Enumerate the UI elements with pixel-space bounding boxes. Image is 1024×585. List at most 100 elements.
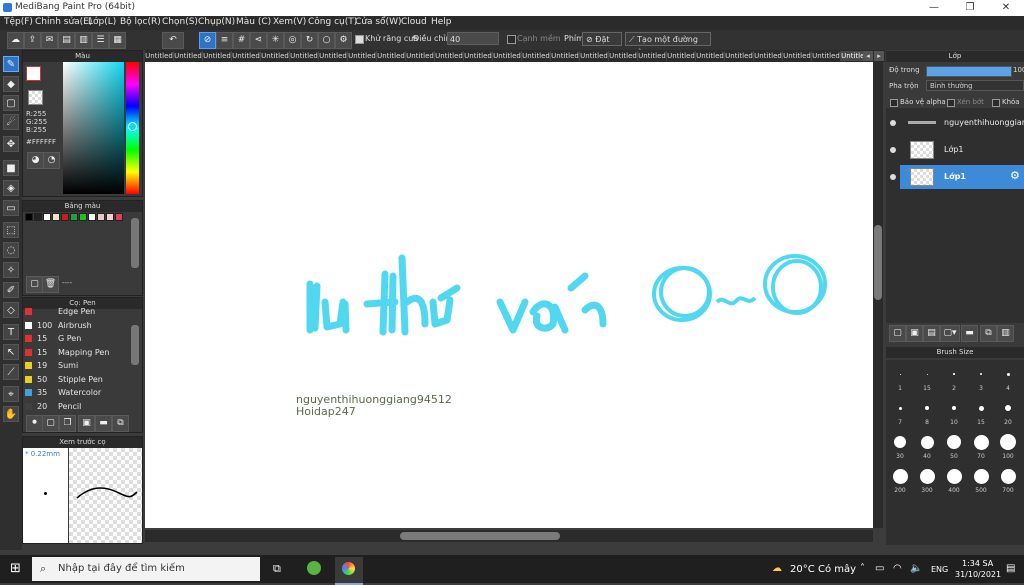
concentric-ruler-icon[interactable]: ◎ bbox=[284, 32, 301, 49]
comment-icon[interactable]: ✉ bbox=[41, 32, 58, 49]
menu-file[interactable]: Tệp(F) bbox=[4, 17, 33, 27]
grid-ruler-icon[interactable]: # bbox=[233, 32, 250, 49]
palette-swatch[interactable] bbox=[97, 213, 105, 221]
layer-visibility-icon[interactable] bbox=[890, 174, 896, 180]
brush-size-option[interactable]: 4 bbox=[996, 364, 1020, 394]
tab-untitled[interactable]: Untitled bbox=[638, 51, 667, 61]
share-icon[interactable]: ⇪ bbox=[24, 32, 41, 49]
tab-untitled[interactable]: Untitled bbox=[203, 51, 232, 61]
palette-swatch[interactable] bbox=[52, 213, 60, 221]
ellipse-ruler-icon[interactable]: ○ bbox=[318, 32, 335, 49]
gradient-tool-icon[interactable]: ▭ bbox=[3, 200, 19, 216]
palette-swatch[interactable] bbox=[61, 213, 69, 221]
select-tool-icon[interactable]: ⬚ bbox=[3, 222, 19, 238]
brush-item[interactable]: 15 G Pen bbox=[24, 332, 130, 345]
straight-line-button[interactable]: ⟋ Tạo một đường thẳng bbox=[625, 32, 711, 58]
brush-duplicate-icon[interactable]: ⧉ bbox=[112, 415, 129, 432]
new-layer-icon[interactable]: ▢ bbox=[889, 325, 906, 342]
language-indicator[interactable]: ENG bbox=[931, 565, 948, 574]
brush-size-option[interactable]: 20 bbox=[996, 398, 1020, 428]
layer-visibility-icon[interactable] bbox=[890, 120, 896, 126]
brush-item[interactable]: 100 Airbrush bbox=[24, 319, 130, 332]
tab-untitled[interactable]: Untitled bbox=[464, 51, 493, 61]
hue-slider-handle[interactable] bbox=[128, 122, 137, 131]
network-icon[interactable]: ▭ bbox=[875, 563, 884, 574]
brush-item[interactable]: 50 Stipple Pen bbox=[24, 373, 130, 386]
palette-swatch[interactable] bbox=[43, 213, 51, 221]
layer-row-selected[interactable]: Lớp1 ⚙ bbox=[900, 165, 1024, 189]
menu-edit[interactable]: Chỉnh sửa(E) bbox=[35, 17, 92, 27]
menu-help[interactable]: Help bbox=[431, 17, 452, 27]
tab-untitled[interactable]: Untitled bbox=[319, 51, 348, 61]
brush-size-option[interactable]: 300 bbox=[915, 466, 939, 496]
brush-folder-icon[interactable]: ▬ bbox=[95, 415, 112, 432]
brush-item[interactable]: Edge Pen bbox=[24, 305, 130, 318]
palette-swatch[interactable] bbox=[70, 213, 78, 221]
close-icon[interactable]: ✕ bbox=[988, 0, 1024, 16]
color-sv-square[interactable] bbox=[63, 62, 124, 194]
tab-untitled[interactable]: Untitled bbox=[725, 51, 754, 61]
app-taskbar-icon[interactable] bbox=[307, 561, 321, 575]
move-tool-icon[interactable]: ✥ bbox=[3, 136, 19, 152]
windows-start-icon[interactable]: ⊞ bbox=[10, 562, 24, 576]
palette-swatch[interactable] bbox=[115, 213, 123, 221]
tab-untitled[interactable]: Untitled bbox=[783, 51, 812, 61]
tab-untitled[interactable]: Untitled bbox=[435, 51, 464, 61]
weather-temp[interactable]: 20°C bbox=[790, 564, 815, 575]
vertical-scrollbar-thumb[interactable] bbox=[874, 225, 882, 300]
grid-icon[interactable]: ▦ bbox=[109, 32, 126, 49]
tab-untitled[interactable]: Untitled bbox=[667, 51, 696, 61]
divide-tool-icon[interactable]: ⟋ bbox=[3, 364, 19, 380]
blend-select[interactable]: Bình thường bbox=[926, 80, 1024, 91]
palette-scrollbar[interactable] bbox=[131, 218, 139, 268]
radial-ruler-icon[interactable]: ✳ bbox=[267, 32, 284, 49]
taskbar-search-input[interactable]: Nhập tại đây để tìm kiếm bbox=[32, 557, 260, 581]
curve-ruler-icon[interactable]: ↻ bbox=[301, 32, 318, 49]
dot-tool-icon[interactable]: ▢ bbox=[3, 95, 19, 111]
menu-filter[interactable]: Bộ lọc(R) bbox=[120, 17, 161, 27]
brush-size-option[interactable]: 30 bbox=[888, 432, 912, 462]
brush-add-icon[interactable]: ⚫ bbox=[26, 415, 43, 432]
palette-delete-icon[interactable]: 🗑 bbox=[42, 276, 59, 293]
ruler-off-icon[interactable]: ⊘ bbox=[199, 32, 216, 49]
gear-icon[interactable]: ⚙ bbox=[335, 32, 352, 49]
brush-settings-icon[interactable]: ▣ bbox=[78, 415, 95, 432]
palette-swatch[interactable] bbox=[34, 213, 42, 221]
palette-swatch[interactable] bbox=[79, 213, 87, 221]
color-palette-icon[interactable]: ◔ bbox=[43, 152, 60, 169]
brush-tool-icon[interactable]: ✎ bbox=[3, 56, 19, 72]
new-8bit-layer-icon[interactable]: ▤ bbox=[923, 325, 940, 342]
page-icon[interactable]: ▥ bbox=[75, 32, 92, 49]
brush-item[interactable]: 20 Pencil bbox=[24, 400, 130, 413]
layer-folder-icon[interactable]: ▬ bbox=[961, 325, 978, 342]
tab-untitled[interactable]: Untitled bbox=[348, 51, 377, 61]
brush-size-option[interactable]: 3 bbox=[969, 364, 993, 394]
document-icon[interactable]: ▤ bbox=[58, 32, 75, 49]
tab-untitled[interactable]: Untitled bbox=[493, 51, 522, 61]
brush-new-icon[interactable]: ▢ bbox=[42, 415, 59, 432]
tab-untitled[interactable]: Untitled bbox=[406, 51, 435, 61]
brush-size-option[interactable]: 400 bbox=[942, 466, 966, 496]
tab-untitled[interactable]: Untitled bbox=[174, 51, 203, 61]
clock-time[interactable]: 1:34 SA bbox=[962, 559, 993, 568]
brush-item[interactable]: 15 Mapping Pen bbox=[24, 346, 130, 359]
tab-untitled[interactable]: Untitled bbox=[232, 51, 261, 61]
duplicate-layer-icon[interactable]: ⧉ bbox=[980, 325, 997, 342]
eyedropper-tool-icon[interactable]: ⌖ bbox=[3, 386, 19, 402]
new-halftone-layer-icon[interactable]: ▣ bbox=[906, 325, 923, 342]
reset-button[interactable]: ⊘ Đặt lại bbox=[582, 32, 622, 58]
primary-color-swatch[interactable] bbox=[26, 66, 41, 81]
brush-copy-icon[interactable]: ❐ bbox=[59, 415, 76, 432]
new-layer-menu-icon[interactable]: ▢▾ bbox=[940, 325, 960, 342]
cloud-icon[interactable]: ☁ bbox=[7, 32, 24, 49]
eraser-tool-icon[interactable]: ◆ bbox=[3, 76, 19, 92]
transparent-color-swatch[interactable] bbox=[28, 90, 43, 105]
layer-settings-gear-icon[interactable]: ⚙ bbox=[1010, 169, 1020, 182]
brush-size-option[interactable]: 70 bbox=[969, 432, 993, 462]
volume-icon[interactable]: 🔈 bbox=[910, 563, 922, 574]
maximize-icon[interactable]: ❐ bbox=[952, 0, 988, 16]
tab-scroll-left-icon[interactable]: ◂ bbox=[863, 51, 873, 61]
magic-wand-tool-icon[interactable]: ✧ bbox=[3, 262, 19, 278]
menu-view[interactable]: Xem(V) bbox=[273, 17, 306, 27]
tab-untitled[interactable]: Untitled bbox=[522, 51, 551, 61]
